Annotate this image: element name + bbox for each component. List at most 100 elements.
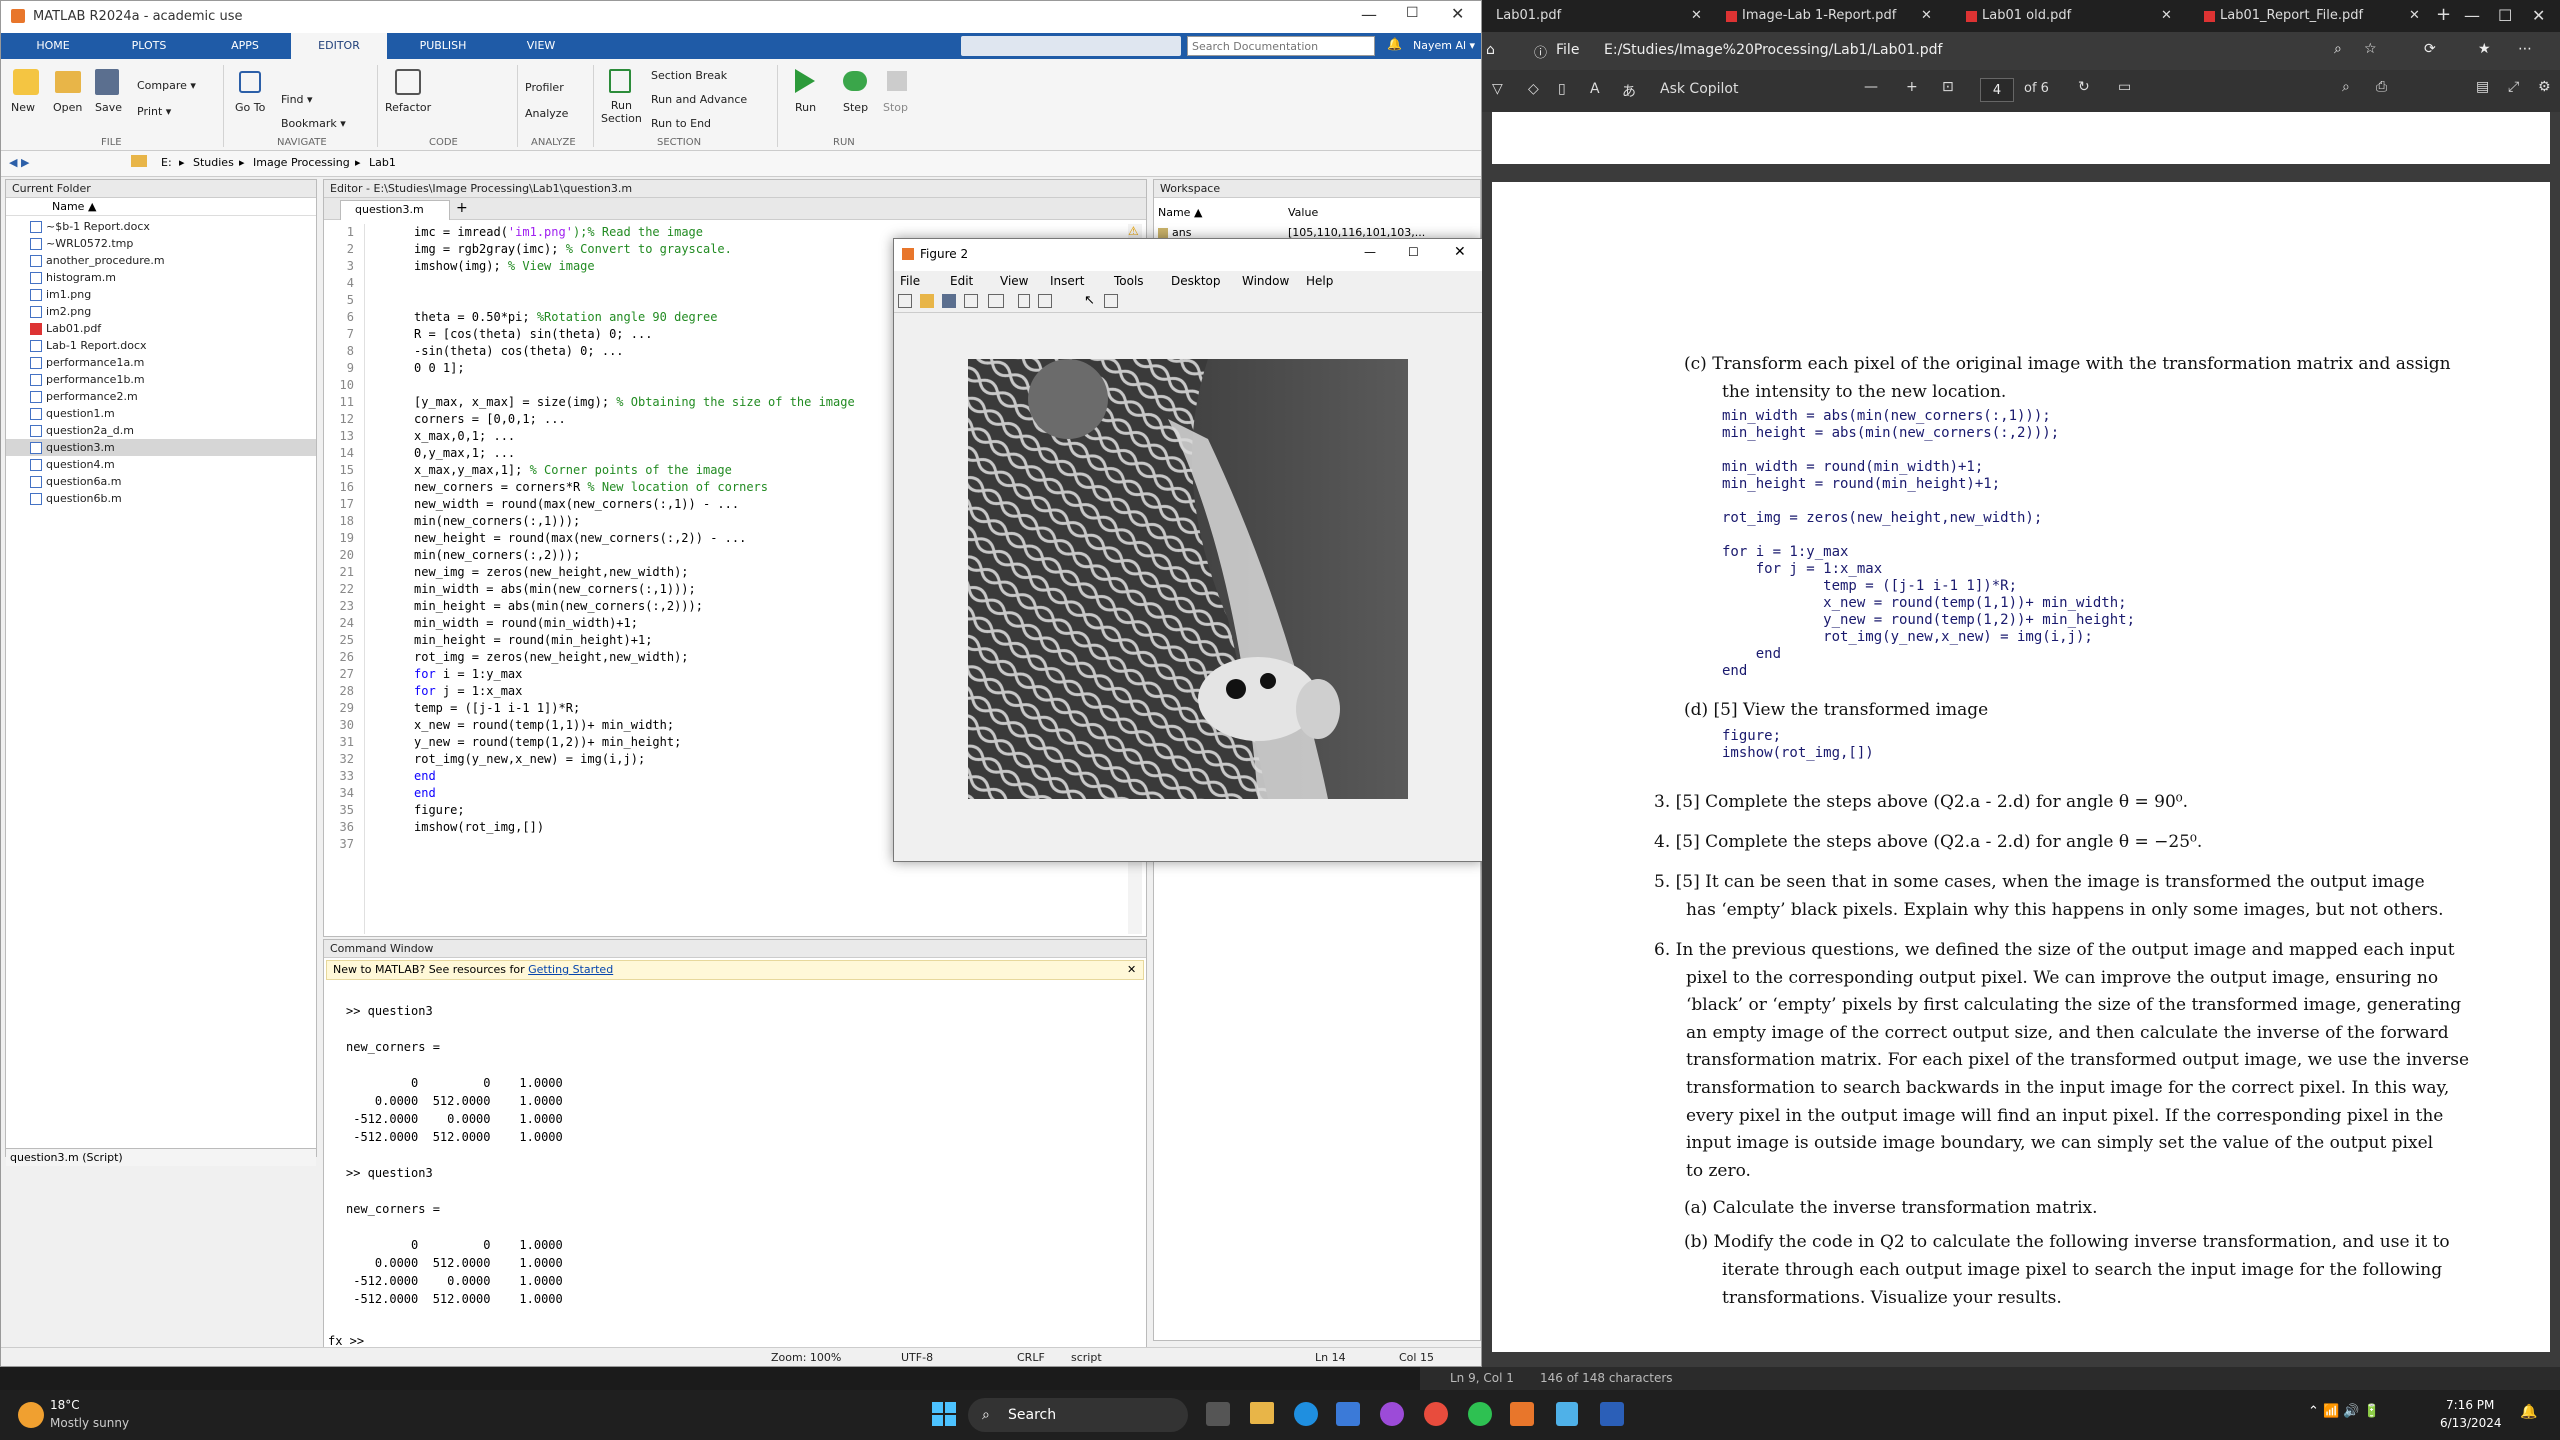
zoom-icon[interactable]: ⌕ [2334, 41, 2342, 57]
close-button[interactable]: ✕ [1451, 4, 1464, 23]
run-button[interactable]: Run [795, 101, 816, 114]
save-figure-icon[interactable] [942, 294, 956, 308]
file-item[interactable]: performance2.m [30, 388, 138, 405]
figure-close-button[interactable]: ✕ [1454, 244, 1466, 260]
search-pdf-icon[interactable]: ⌕ [2342, 79, 2350, 95]
tab-view[interactable]: VIEW [501, 33, 581, 59]
messenger-icon[interactable] [1380, 1402, 1404, 1426]
word-icon[interactable] [1600, 1402, 1624, 1426]
print-pdf-icon[interactable]: ⎙ [2376, 79, 2387, 95]
print-button[interactable]: Print ▾ [137, 105, 171, 118]
browser-tab-report[interactable]: Image-Lab 1-Report.pdf ✕ [1726, 0, 1936, 32]
bookmark-button[interactable]: Bookmark ▾ [281, 117, 346, 130]
rotate-icon[interactable]: ↻ [2078, 79, 2090, 95]
whatsapp-icon[interactable] [1468, 1402, 1492, 1426]
figure-menu-desktop[interactable]: Desktop [1171, 274, 1221, 288]
run-to-end-button[interactable]: Run to End [651, 117, 711, 130]
legend-icon[interactable] [1038, 294, 1052, 308]
page-number-input[interactable] [1980, 78, 2014, 102]
breadcrumb-studies[interactable]: Studies [193, 156, 234, 169]
refactor-button[interactable]: Refactor [385, 101, 431, 114]
start-button[interactable] [932, 1402, 956, 1426]
figure-menu-help[interactable]: Help [1306, 274, 1333, 288]
save-button[interactable]: Save [95, 101, 122, 114]
view-icon[interactable]: ▯ [1558, 81, 1566, 97]
section-break-button[interactable]: Section Break [651, 69, 727, 82]
edge-icon[interactable] [1294, 1402, 1318, 1426]
file-item[interactable]: question4.m [30, 456, 115, 473]
draw-icon[interactable]: ▽ [1492, 81, 1503, 97]
file-item[interactable]: question3.m [6, 439, 316, 456]
new-tab-button[interactable]: + [2436, 4, 2451, 25]
open-file-icon[interactable] [920, 294, 934, 308]
tray-icons[interactable]: ⌃ 📶 🔊 🔋 [2308, 1404, 2380, 1419]
matlab-taskbar-icon[interactable] [1510, 1402, 1534, 1426]
figure-menu-tools[interactable]: Tools [1114, 274, 1144, 288]
tab-plots[interactable]: PLOTS [117, 33, 181, 59]
page-view-icon[interactable]: ▭ [2118, 79, 2131, 95]
url-text[interactable]: E:/Studies/Image%20Processing/Lab1/Lab01… [1604, 42, 1943, 58]
weather-sun-icon[interactable] [18, 1402, 44, 1428]
link-plot-icon[interactable] [988, 294, 1004, 308]
workspace-name-header[interactable]: Name ▲ [1158, 206, 1202, 219]
clock-time[interactable]: 7:16 PM [2446, 1398, 2494, 1412]
pdf-viewer[interactable]: (c) Transform each pixel of the original… [1482, 112, 2560, 1367]
figure-toolbar[interactable]: ↖ [894, 291, 1482, 313]
breadcrumb-lab1[interactable]: Lab1 [369, 156, 396, 169]
figure-menu-file[interactable]: File [900, 274, 920, 288]
settings-menu-icon[interactable]: ⋯ [2518, 41, 2532, 57]
save-pdf-icon[interactable]: ▤ [2476, 79, 2489, 95]
search-documentation-input[interactable] [1187, 36, 1375, 56]
file-item[interactable]: histogram.m [30, 269, 116, 286]
tab-close-icon[interactable]: ✕ [1691, 0, 1702, 32]
notification-icon[interactable]: 🔔 [2520, 1404, 2537, 1420]
taskbar-search[interactable]: ⌕ Search [968, 1398, 1188, 1432]
analyze-button[interactable]: Analyze [525, 107, 568, 120]
banner-close-icon[interactable]: ✕ [1127, 961, 1136, 979]
workspace-value-header[interactable]: Value [1288, 206, 1318, 219]
tab-close-icon[interactable]: ✕ [2409, 0, 2420, 32]
new-figure-icon[interactable] [898, 294, 912, 308]
clock-date[interactable]: 6/13/2024 [2440, 1416, 2502, 1430]
new-tab-button[interactable]: + [456, 200, 468, 216]
window-close-button[interactable]: ✕ [2532, 6, 2545, 25]
favorites-icon[interactable]: ★ [2478, 41, 2491, 57]
quick-access-toolbar[interactable] [961, 36, 1181, 56]
goto-button[interactable]: Go To [235, 101, 265, 114]
figure-menu-edit[interactable]: Edit [950, 274, 973, 288]
tab-home[interactable]: HOME [21, 33, 85, 59]
translate-icon[interactable]: あ [1622, 81, 1636, 101]
name-column-header[interactable]: Name ▲ [6, 198, 316, 216]
window-restore-button[interactable]: ☐ [2498, 6, 2512, 25]
tab-close-icon[interactable]: ✕ [2161, 0, 2172, 32]
figure-menu-insert[interactable]: Insert [1050, 274, 1084, 288]
file-item[interactable]: ~$b-1 Report.docx [30, 218, 150, 235]
tab-publish[interactable]: PUBLISH [401, 33, 485, 59]
run-and-advance-button[interactable]: Run and Advance [651, 93, 747, 106]
user-menu[interactable]: Nayem Al ▾ [1413, 39, 1475, 52]
file-item[interactable]: Lab01.pdf [30, 320, 101, 337]
zoom-in-button[interactable]: + [1906, 79, 1918, 95]
read-aloud-icon[interactable]: A [1590, 81, 1600, 97]
tab-editor[interactable]: EDITOR [291, 33, 387, 59]
notification-bell-icon[interactable]: 🔔 [1387, 37, 1402, 51]
file-item[interactable]: performance1b.m [30, 371, 145, 388]
task-view-icon[interactable] [1206, 1402, 1230, 1426]
browser-tab-lab01[interactable]: Lab01.pdf ✕ [1496, 0, 1706, 32]
file-item[interactable]: another_procedure.m [30, 252, 165, 269]
fullscreen-icon[interactable]: ⤢ [2508, 79, 2519, 95]
editor-file-tab[interactable]: question3.m [340, 200, 450, 220]
figure-menu-view[interactable]: View [1000, 274, 1028, 288]
pdf-settings-icon[interactable]: ⚙ [2538, 79, 2551, 95]
figure-minimize-button[interactable]: — [1364, 245, 1376, 259]
favorite-icon[interactable]: ☆ [2364, 41, 2377, 57]
details-bar[interactable]: question3.m (Script) [6, 1148, 316, 1166]
zoom-out-button[interactable]: — [1864, 79, 1878, 95]
file-item[interactable]: question6a.m [30, 473, 121, 490]
refresh-icon[interactable]: ⟳ [2424, 41, 2436, 57]
store-icon[interactable] [1336, 1402, 1360, 1426]
home-icon[interactable]: ⌂ [1486, 42, 1495, 58]
maximize-button[interactable]: ☐ [1406, 5, 1419, 21]
file-item[interactable]: performance1a.m [30, 354, 144, 371]
url-bar[interactable]: ⌂ ⓘ File E:/Studies/Image%20Processing/L… [1482, 32, 2560, 70]
